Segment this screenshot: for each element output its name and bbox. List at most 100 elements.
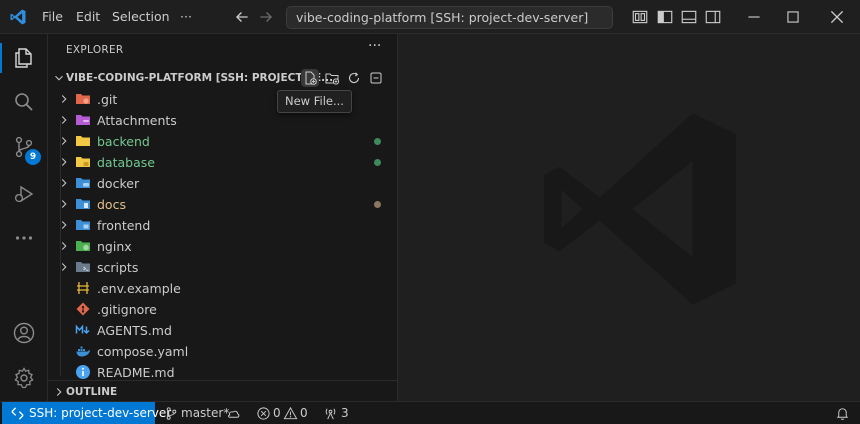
notifications-bell-icon[interactable] [835,406,850,421]
new-file-icon[interactable] [301,69,319,87]
tree-item-agents-md[interactable]: AGENTS.md [48,320,398,341]
gitignore-file-icon [76,302,90,316]
command-center[interactable]: vibe-coding-platform [SSH: project-dev-s… [286,6,613,29]
minimize-icon[interactable] [745,8,763,26]
markdown-file-icon [75,324,90,335]
menu-file[interactable]: File [42,0,63,34]
workspace-folder-header[interactable]: VIBE-CODING-PLATFORM [SSH: PROJECT-DE... [48,67,398,89]
database-folder-icon [76,157,90,167]
tree-item-label: docker [97,176,140,191]
git-decoration-dot [374,159,381,166]
env-file-icon [77,282,89,294]
remote-label: SSH: project-dev-server [29,406,172,420]
docker-folder-icon [76,178,90,188]
explorer-icon[interactable] [12,46,36,70]
frontend-folder-icon [76,220,90,230]
collapse-all-icon[interactable] [367,69,385,87]
tree-item-label: frontend [97,218,151,233]
tree-item-label: database [97,155,155,170]
tree-item-docker[interactable]: docker [48,173,398,194]
run-debug-icon[interactable] [12,182,36,206]
source-control-badge: 9 [25,149,41,165]
new-folder-icon[interactable] [323,69,341,87]
title-bar: File Edit Selection ··· vibe-coding-plat… [0,0,860,34]
error-icon[interactable] [256,406,271,421]
chevron-right-icon [61,116,67,124]
error-count[interactable]: 0 [273,402,281,424]
tree-item-attachments[interactable]: Attachments [48,110,398,131]
tree-item-scripts[interactable]: scripts [48,257,398,278]
sidebar-more-actions[interactable]: ··· [368,38,381,54]
tree-item-compose-yaml[interactable]: compose.yaml [48,341,398,362]
toggle-panel-icon[interactable] [680,8,698,26]
command-center-label: vibe-coding-platform [SSH: project-dev-s… [296,10,589,25]
git-decoration-dot [374,201,381,208]
chevron-right-icon [61,263,67,271]
toggle-primary-sidebar-icon[interactable] [656,8,674,26]
chevron-right-icon [56,388,62,396]
chevron-right-icon [61,137,67,145]
warning-count[interactable]: 0 [300,402,308,424]
backend-folder-icon [76,136,90,146]
chevron-right-icon [61,158,67,166]
tree-item-label: docs [97,197,126,212]
active-view-indicator [0,43,2,73]
customize-layout-icon[interactable] [631,8,649,26]
tree-item-label: scripts [97,260,139,275]
tree-item-label: .env.example [97,281,181,296]
tree-item-frontend[interactable]: frontend [48,215,398,236]
ports-icon[interactable] [323,406,338,421]
close-icon[interactable] [828,8,846,26]
tree-item-label: compose.yaml [97,344,189,359]
branch-icon[interactable] [164,406,179,421]
chevron-right-icon [61,200,67,208]
editor-area[interactable] [399,34,860,401]
new-file-tooltip: New File... [277,90,352,113]
menu-more[interactable]: ··· [180,0,192,34]
activity-bar: 9 [0,34,48,401]
chevron-right-icon [61,95,67,103]
scripts-folder-icon [76,262,90,272]
git-folder-icon [76,94,90,104]
more-views-icon[interactable] [12,226,36,250]
tree-item-label: nginx [97,239,132,254]
search-icon[interactable] [12,90,36,114]
remote-indicator[interactable]: SSH: project-dev-server [2,402,171,424]
refresh-icon[interactable] [345,69,363,87]
chevron-down-icon [55,75,63,81]
readme-file-icon [76,365,90,379]
chevron-right-icon [61,221,67,229]
chevron-right-icon [61,242,67,250]
sidebar-title: EXPLORER [66,44,124,56]
toggle-secondary-sidebar-icon[interactable] [704,8,722,26]
remote-icon [11,407,24,420]
docs-folder-icon [76,199,90,209]
tree-item-docs[interactable]: docs [48,194,398,215]
sync-cloud-icon[interactable] [226,406,241,421]
tree-item-nginx[interactable]: nginx [48,236,398,257]
warning-icon[interactable] [283,406,298,421]
chevron-right-icon [61,179,67,187]
arrow-left-icon[interactable] [233,8,251,26]
ports-count[interactable]: 3 [341,402,349,424]
git-decoration-dot [374,138,381,145]
gear-icon[interactable] [12,366,36,390]
outline-section-header[interactable]: OUTLINE [48,380,398,402]
tree-item-env-example[interactable]: .env.example [48,278,398,299]
tree-item-label: .gitignore [97,302,157,317]
accounts-icon[interactable] [12,321,36,345]
tree-item-database[interactable]: database [48,152,398,173]
vscode-logo-icon[interactable] [9,8,27,26]
arrow-right-icon[interactable] [257,8,275,26]
menu-selection[interactable]: Selection [112,0,170,34]
menu-edit[interactable]: Edit [76,0,100,34]
tree-item-backend[interactable]: backend [48,131,398,152]
status-bar: SSH: project-dev-server master* 0 0 3 [0,401,860,424]
tree-item-gitignore[interactable]: .gitignore [48,299,398,320]
branch-label[interactable]: master* [181,402,229,424]
vscode-watermark-icon [544,113,736,305]
docker-compose-file-icon [76,346,90,357]
maximize-icon[interactable] [784,8,802,26]
tree-item-label: .git [97,92,118,107]
outline-title: OUTLINE [66,386,118,398]
